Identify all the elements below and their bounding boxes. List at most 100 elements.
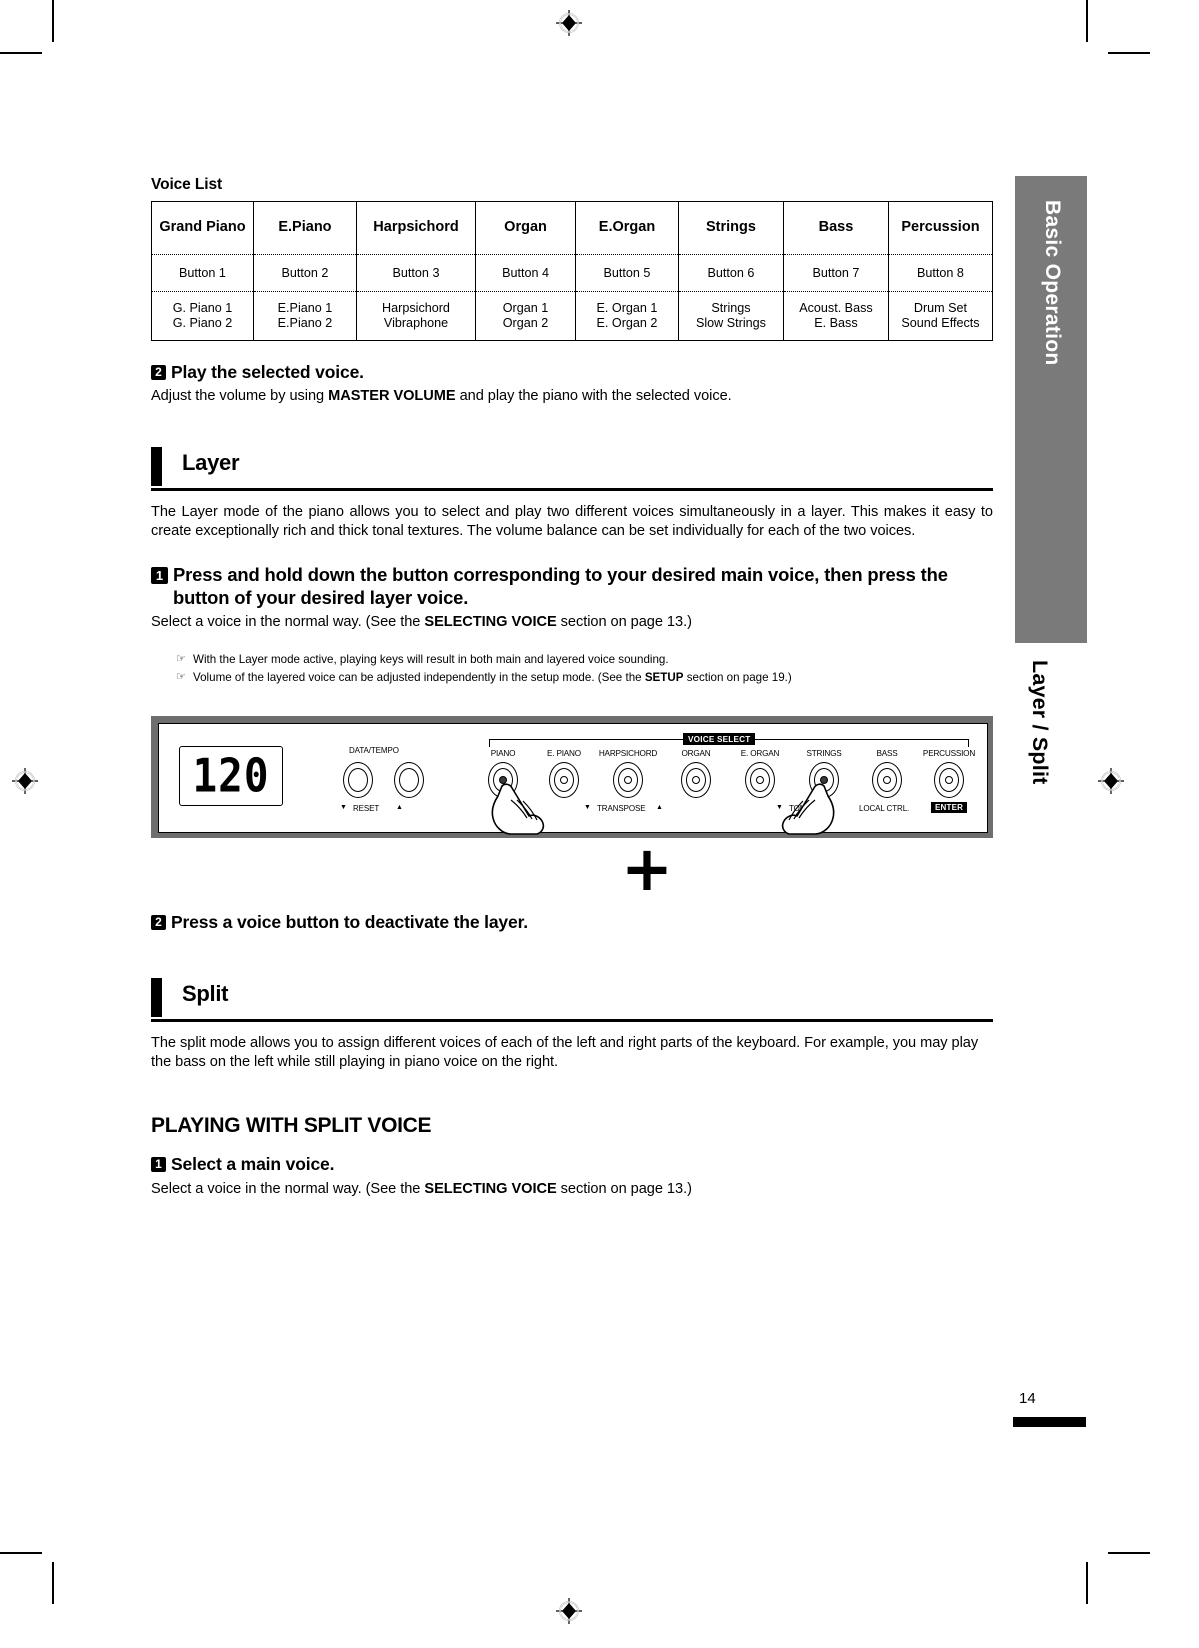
note-item: ☞ With the Layer mode active, playing ke… [176, 651, 993, 669]
pointing-hand-icon: ☞ [176, 653, 186, 666]
page-number: 14 [1019, 1390, 1036, 1407]
voice-button-label: PIANO [490, 749, 516, 759]
voice-button-label: ORGAN [681, 749, 711, 759]
table-cell: E. Organ 1 E. Organ 2 [575, 291, 679, 341]
manual-page: Basic Operation Layer / Split Voice List… [0, 0, 1199, 1648]
transpose-up-triangle: ▲ [656, 804, 663, 812]
table-header-row: Grand Piano E.Piano Harpsichord Organ E.… [152, 201, 993, 255]
step-number-badge: 1 [151, 567, 168, 585]
selecting-voice-emphasis: SELECTING VOICE [424, 614, 557, 631]
crop-mark-tl-v [52, 0, 54, 42]
voice-button-label: PERCUSSION [922, 749, 976, 759]
playing-with-split-voice-title: PLAYING WITH SPLIT VOICE [151, 1114, 432, 1138]
step-press-hold-main-voice: 1 Press and hold down the button corresp… [151, 563, 993, 609]
table-cell: Button 8 [887, 254, 993, 292]
table-cell: Button 7 [782, 254, 889, 292]
crop-mark-bl-v [52, 1562, 54, 1604]
table-header-cell: Percussion [887, 201, 993, 255]
section-bar [151, 978, 162, 1018]
table-cell: Button 3 [355, 254, 476, 292]
table-header-cell: Grand Piano [159, 219, 246, 236]
split-step1-body: Select a voice in the normal way. (See t… [151, 1180, 993, 1199]
body-text-post: section on page 13.) [556, 614, 692, 631]
page-content: Voice List Grand Piano E.Piano Harpsicho… [151, 176, 993, 1199]
table-cell: Harpsichord Vibraphone [355, 291, 476, 341]
table-header-cell: Strings [677, 201, 784, 255]
registration-mark-bottom [556, 1598, 582, 1624]
table-cell: Button 5 [575, 254, 679, 292]
table-cell: E.Piano 1 E.Piano 2 [252, 291, 357, 341]
table-header-cell: E.Piano [252, 201, 357, 255]
table-cell: Button 2 [252, 254, 357, 292]
section-rule [151, 487, 993, 491]
voice-list-table: Grand Piano E.Piano Harpsichord Organ E.… [151, 201, 993, 341]
crop-mark-br-v [1086, 1562, 1088, 1604]
data-tempo-down-knob[interactable] [343, 762, 373, 799]
step-title: Select a main voice. [171, 1154, 335, 1175]
layer-intro-paragraph: The Layer mode of the piano allows you t… [151, 503, 993, 540]
section-title: Split [182, 981, 229, 1007]
step-title: Play the selected voice. [171, 362, 364, 382]
page-number-bar [1013, 1417, 1086, 1427]
step-number-badge: 2 [151, 915, 166, 931]
setup-emphasis: SETUP [644, 671, 684, 685]
enter-button-tag[interactable]: ENTER [931, 802, 968, 814]
step-title: Press a voice button to deactivate the l… [171, 912, 528, 933]
sidebar-section-label: Layer / Split [1028, 660, 1052, 785]
crop-mark-tr-v [1086, 0, 1088, 42]
voice-button-label: STRINGS [806, 749, 842, 759]
voice-button-bass[interactable]: BASS [872, 749, 902, 799]
step-play-the-selected-voice: 2 Play the selected voice. [151, 362, 993, 384]
table-cell: Acoust. Bass E. Bass [782, 291, 889, 341]
step-number-badge: 1 [151, 1157, 166, 1173]
control-panel-face: 120 DATA/TEMPO ▼ RESET ▲ VOICE SELECT PI… [158, 723, 988, 836]
layer-notes-list: ☞ With the Layer mode active, playing ke… [176, 651, 993, 687]
table-cell: Drum Set Sound Effects [887, 291, 993, 341]
step-title: Press and hold down the button correspon… [173, 563, 993, 609]
transpose-down-triangle: ▼ [584, 804, 591, 812]
note-item: ☞ Volume of the layered voice can be adj… [176, 669, 993, 687]
table-cell: Organ 1 Organ 2 [475, 291, 576, 341]
registration-mark-right [1098, 768, 1124, 794]
local-ctrl-label: LOCAL CTRL. [859, 804, 910, 814]
registration-mark-top [556, 10, 582, 36]
table-row: G. Piano 1 G. Piano 2 E.Piano 1 E.Piano … [151, 291, 993, 341]
plus-symbol: + [621, 832, 673, 906]
data-tempo-up-knob[interactable] [394, 762, 424, 799]
voice-button-organ[interactable]: ORGAN [681, 749, 711, 799]
step-play-body: Adjust the volume by using MASTER VOLUME… [151, 387, 993, 406]
table-cell: Strings Slow Strings [677, 291, 784, 341]
master-volume-emphasis: MASTER VOLUME [328, 387, 456, 404]
voice-select-tag: VOICE SELECT [683, 733, 756, 746]
section-title: Layer [182, 449, 240, 475]
table-header-cell: Organ [475, 201, 576, 255]
body-text-pre: Select a voice in the normal way. (See t… [151, 1181, 425, 1198]
tempo-display: 120 [179, 746, 283, 807]
sidebar-chapter-label: Basic Operation [1041, 200, 1064, 366]
data-tempo-up-triangle: ▲ [396, 804, 403, 812]
data-tempo-down-triangle: ▼ [340, 804, 347, 812]
voice-button-label: E. PIANO [547, 749, 581, 759]
voice-button-harpsichord[interactable]: HARPSICHORD [599, 749, 657, 799]
table-header-cell: Bass [782, 201, 889, 255]
body-text-post: and play the piano with the selected voi… [455, 387, 732, 404]
table-row: Button 1 Button 2 Button 3 Button 4 Butt… [151, 254, 993, 292]
voice-list-title: Voice List [151, 176, 223, 193]
section-header-layer: Layer [151, 446, 993, 491]
step-select-main-voice: 1 Select a main voice. [151, 1154, 993, 1176]
voice-button-percussion[interactable]: PERCUSSION [923, 749, 975, 799]
crop-mark-tr-h [1108, 52, 1150, 54]
transpose-label: TRANSPOSE [597, 804, 646, 814]
selecting-voice-emphasis: SELECTING VOICE [424, 1181, 557, 1198]
table-cell: G. Piano 1 G. Piano 2 [151, 291, 254, 341]
section-header-split: Split [151, 978, 993, 1023]
voice-button-label: E. ORGAN [740, 749, 780, 759]
layer-step1-body: Select a voice in the normal way. (See t… [151, 613, 993, 632]
pointing-hand-piano-icon [491, 783, 545, 836]
voice-button-label: HARPSICHORD [598, 749, 658, 759]
table-cell: Button 1 [151, 254, 254, 292]
tempo-display-value: 120 [192, 748, 270, 803]
step-title-line-1: Press and hold down the button correspon… [173, 564, 820, 586]
crop-mark-br-h [1108, 1552, 1150, 1554]
pointing-hand-icon: ☞ [176, 671, 186, 684]
